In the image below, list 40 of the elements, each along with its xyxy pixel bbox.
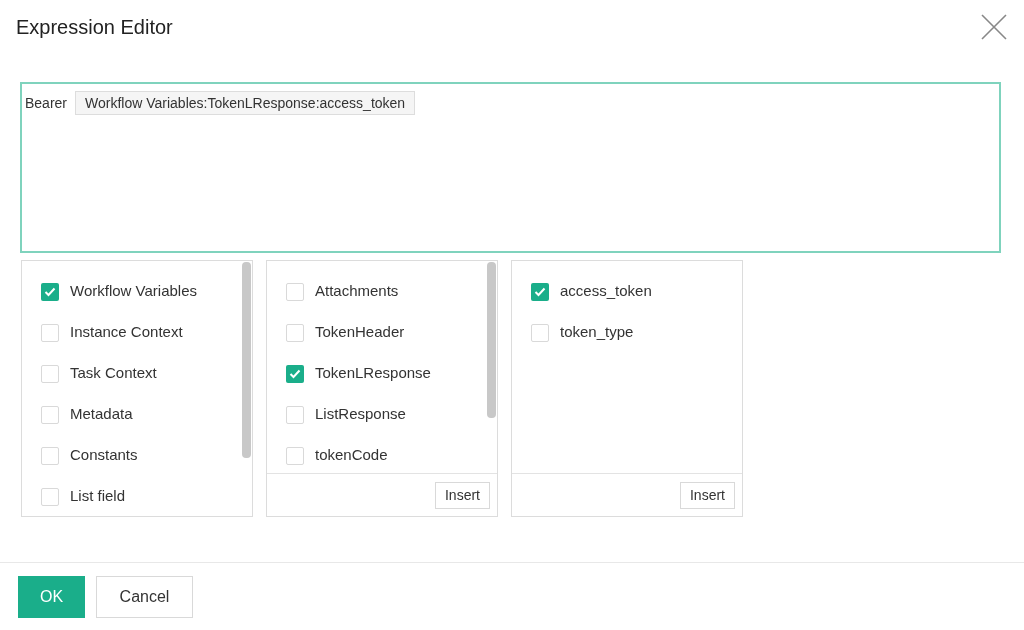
item-label: access_token <box>560 281 652 302</box>
item-label: Constants <box>70 445 138 466</box>
checkmark-icon <box>289 368 301 379</box>
checkmark-icon <box>534 286 546 297</box>
item-label: Metadata <box>70 404 133 425</box>
checkbox[interactable] <box>286 364 304 383</box>
item-label: ListResponse <box>315 404 406 425</box>
checkbox[interactable] <box>41 487 59 506</box>
item-label: Attachments <box>315 281 399 302</box>
close-icon <box>980 13 1008 41</box>
item-label: Task Context <box>70 363 157 384</box>
expression-field[interactable]: Bearer Workflow Variables:TokenLResponse:access_token <box>20 82 1001 253</box>
checkbox[interactable] <box>531 282 549 301</box>
item-label: List field <box>70 486 126 507</box>
checkbox[interactable] <box>286 446 304 465</box>
item-label: Instance Context <box>70 322 183 343</box>
checkmark-icon <box>44 286 56 297</box>
checkbox[interactable] <box>286 282 304 301</box>
insert-button[interactable]: Insert <box>680 481 735 509</box>
scrollbar-thumb[interactable] <box>242 262 251 458</box>
item-label: token_type <box>560 322 634 343</box>
variable-token: Workflow Variables:TokenLResponse:access_token <box>75 91 416 115</box>
item-label: tokenCode <box>315 445 388 466</box>
insert-button[interactable]: Insert <box>435 481 490 509</box>
checkbox[interactable] <box>41 446 59 465</box>
expression-text: Bearer <box>25 94 68 113</box>
item-label: TokenHeader <box>315 322 405 343</box>
close-button[interactable] <box>980 13 1008 41</box>
item-label: TokenLResponse <box>315 363 431 384</box>
checkbox[interactable] <box>286 405 304 424</box>
checkbox[interactable] <box>41 364 59 383</box>
cancel-button[interactable]: Cancel <box>96 576 193 618</box>
item-label: Workflow Variables <box>70 281 197 302</box>
checkbox[interactable] <box>41 405 59 424</box>
scrollbar-thumb[interactable] <box>487 262 496 418</box>
checkbox[interactable] <box>531 323 549 342</box>
checkbox[interactable] <box>41 282 59 301</box>
checkbox[interactable] <box>41 323 59 342</box>
checkbox[interactable] <box>286 323 304 342</box>
dialog-title: Expression Editor <box>16 15 173 40</box>
